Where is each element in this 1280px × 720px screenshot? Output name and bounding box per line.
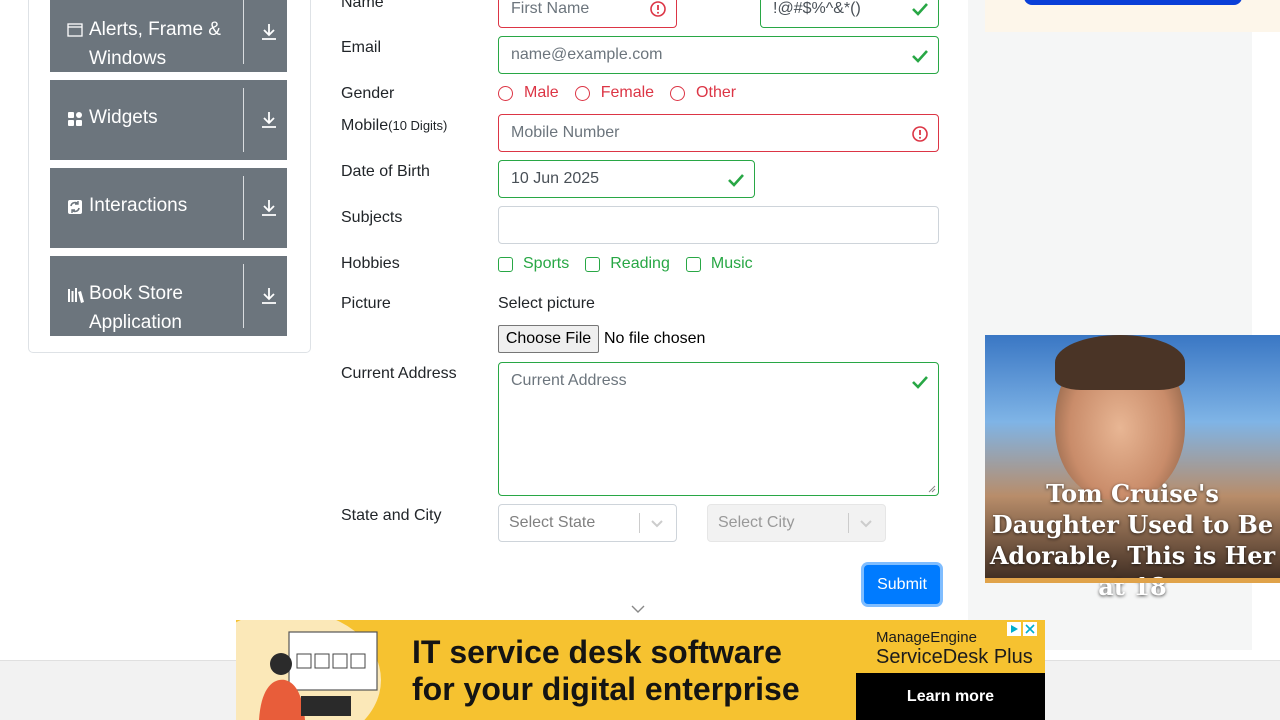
promo-card[interactable]: Tom Cruise's Daughter Used to Be Adorabl… <box>985 335 1280 601</box>
state-select[interactable]: Select State <box>498 504 677 542</box>
subjects-label: Subjects <box>341 209 403 226</box>
hobby-label-sports[interactable]: Sports <box>523 255 569 273</box>
hobbies-options: Sports Reading Music <box>498 255 769 273</box>
gender-radio-male[interactable] <box>498 85 513 101</box>
ad-cta-button[interactable]: Learn more <box>856 673 1045 720</box>
city-select[interactable]: Select City <box>707 504 886 542</box>
sidebar-item-label: Book Store Application <box>89 283 183 333</box>
download-icon[interactable] <box>260 198 278 218</box>
books-icon <box>68 288 84 303</box>
top-ad-button[interactable] <box>1024 0 1242 5</box>
mobile-hint: (10 Digits) <box>388 118 448 133</box>
picture-label: Picture <box>341 295 391 312</box>
file-status: No file chosen <box>604 330 706 347</box>
gender-options: Male Female Other <box>498 84 752 102</box>
divider <box>848 513 849 533</box>
gender-label-female[interactable]: Female <box>601 84 654 102</box>
subjects-input[interactable] <box>498 206 939 244</box>
hobby-checkbox-sports[interactable] <box>498 256 513 272</box>
widgets-icon <box>68 112 82 126</box>
sidebar-item-label: Interactions <box>89 195 188 216</box>
download-icon[interactable] <box>260 22 278 42</box>
ad-headline-1: IT service desk software <box>412 634 782 670</box>
gender-radio-other[interactable] <box>670 85 686 101</box>
ad-illustration-icon <box>259 631 378 720</box>
checkmark-icon <box>912 3 928 16</box>
divider <box>243 176 244 240</box>
mobile-label: Mobile(10 Digits) <box>341 117 448 134</box>
submit-button[interactable]: Submit <box>864 565 940 604</box>
sidebar-item-label: Widgets <box>89 107 158 128</box>
resize-handle-icon[interactable] <box>928 485 936 493</box>
error-icon <box>912 126 928 142</box>
state-city-label: State and City <box>341 507 442 524</box>
chevron-down-icon <box>651 520 663 528</box>
gender-label-male[interactable]: Male <box>524 84 559 102</box>
sidebar-item-book-store[interactable]: Book Store Application <box>50 256 287 336</box>
hobby-label-music[interactable]: Music <box>711 255 753 273</box>
divider <box>243 0 244 64</box>
gender-label: Gender <box>341 85 395 102</box>
dob-input[interactable]: 10 Jun 2025 <box>498 160 755 198</box>
email-label: Email <box>341 39 382 56</box>
checkmark-icon <box>912 50 928 63</box>
last-name-input[interactable]: !@#$%^&*() <box>760 0 939 28</box>
gender-label-other[interactable]: Other <box>696 84 736 102</box>
promo-caption[interactable]: Tom Cruise's Daughter Used to Be Adorabl… <box>985 478 1280 602</box>
mobile-input[interactable]: Mobile Number <box>498 114 939 152</box>
ad-close-icon[interactable] <box>1007 622 1037 637</box>
download-icon[interactable] <box>260 286 278 306</box>
interactions-icon <box>68 200 82 214</box>
first-name-input[interactable]: First Name <box>498 0 677 28</box>
sidebar-item-label: Alerts, Frame & Windows <box>89 19 221 69</box>
sidebar-item-interactions[interactable]: Interactions <box>50 168 287 248</box>
ad-brand-bottom: ServiceDesk Plus <box>876 646 1033 668</box>
ad-brand-top: ManageEngine <box>876 629 977 646</box>
scroll-down-chevron-icon[interactable] <box>630 604 646 614</box>
current-address-textarea[interactable]: Current Address <box>498 362 939 496</box>
gender-radio-female[interactable] <box>574 85 590 101</box>
hobby-label-reading[interactable]: Reading <box>610 255 670 273</box>
checkmark-icon <box>728 174 744 187</box>
promo-accent-bar <box>985 578 1280 583</box>
email-input[interactable]: name@example.com <box>498 36 939 74</box>
picture-hint: Select picture <box>498 295 595 312</box>
download-icon[interactable] <box>260 110 278 130</box>
chevron-down-icon <box>860 520 872 528</box>
sidebar-item-alerts[interactable]: Alerts, Frame & Windows <box>50 0 287 72</box>
bottom-ad-banner[interactable]: IT service desk software for your digita… <box>236 620 1045 720</box>
dob-label: Date of Birth <box>341 163 430 180</box>
sidebar-item-widgets[interactable]: Widgets <box>50 80 287 160</box>
ad-headline-2: for your digital enterprise <box>412 671 800 707</box>
divider <box>243 88 244 152</box>
hobby-checkbox-music[interactable] <box>685 256 701 272</box>
promo-image-hair <box>1055 335 1185 390</box>
choose-file-button[interactable]: Choose File <box>498 325 599 353</box>
hobbies-label: Hobbies <box>341 255 400 272</box>
error-icon <box>650 1 666 17</box>
checkmark-icon <box>912 376 928 389</box>
window-icon <box>67 23 83 37</box>
name-label: Name <box>341 0 384 11</box>
hobby-checkbox-reading[interactable] <box>585 256 601 272</box>
address-label: Current Address <box>341 365 457 382</box>
divider <box>639 513 640 533</box>
divider <box>243 264 244 328</box>
